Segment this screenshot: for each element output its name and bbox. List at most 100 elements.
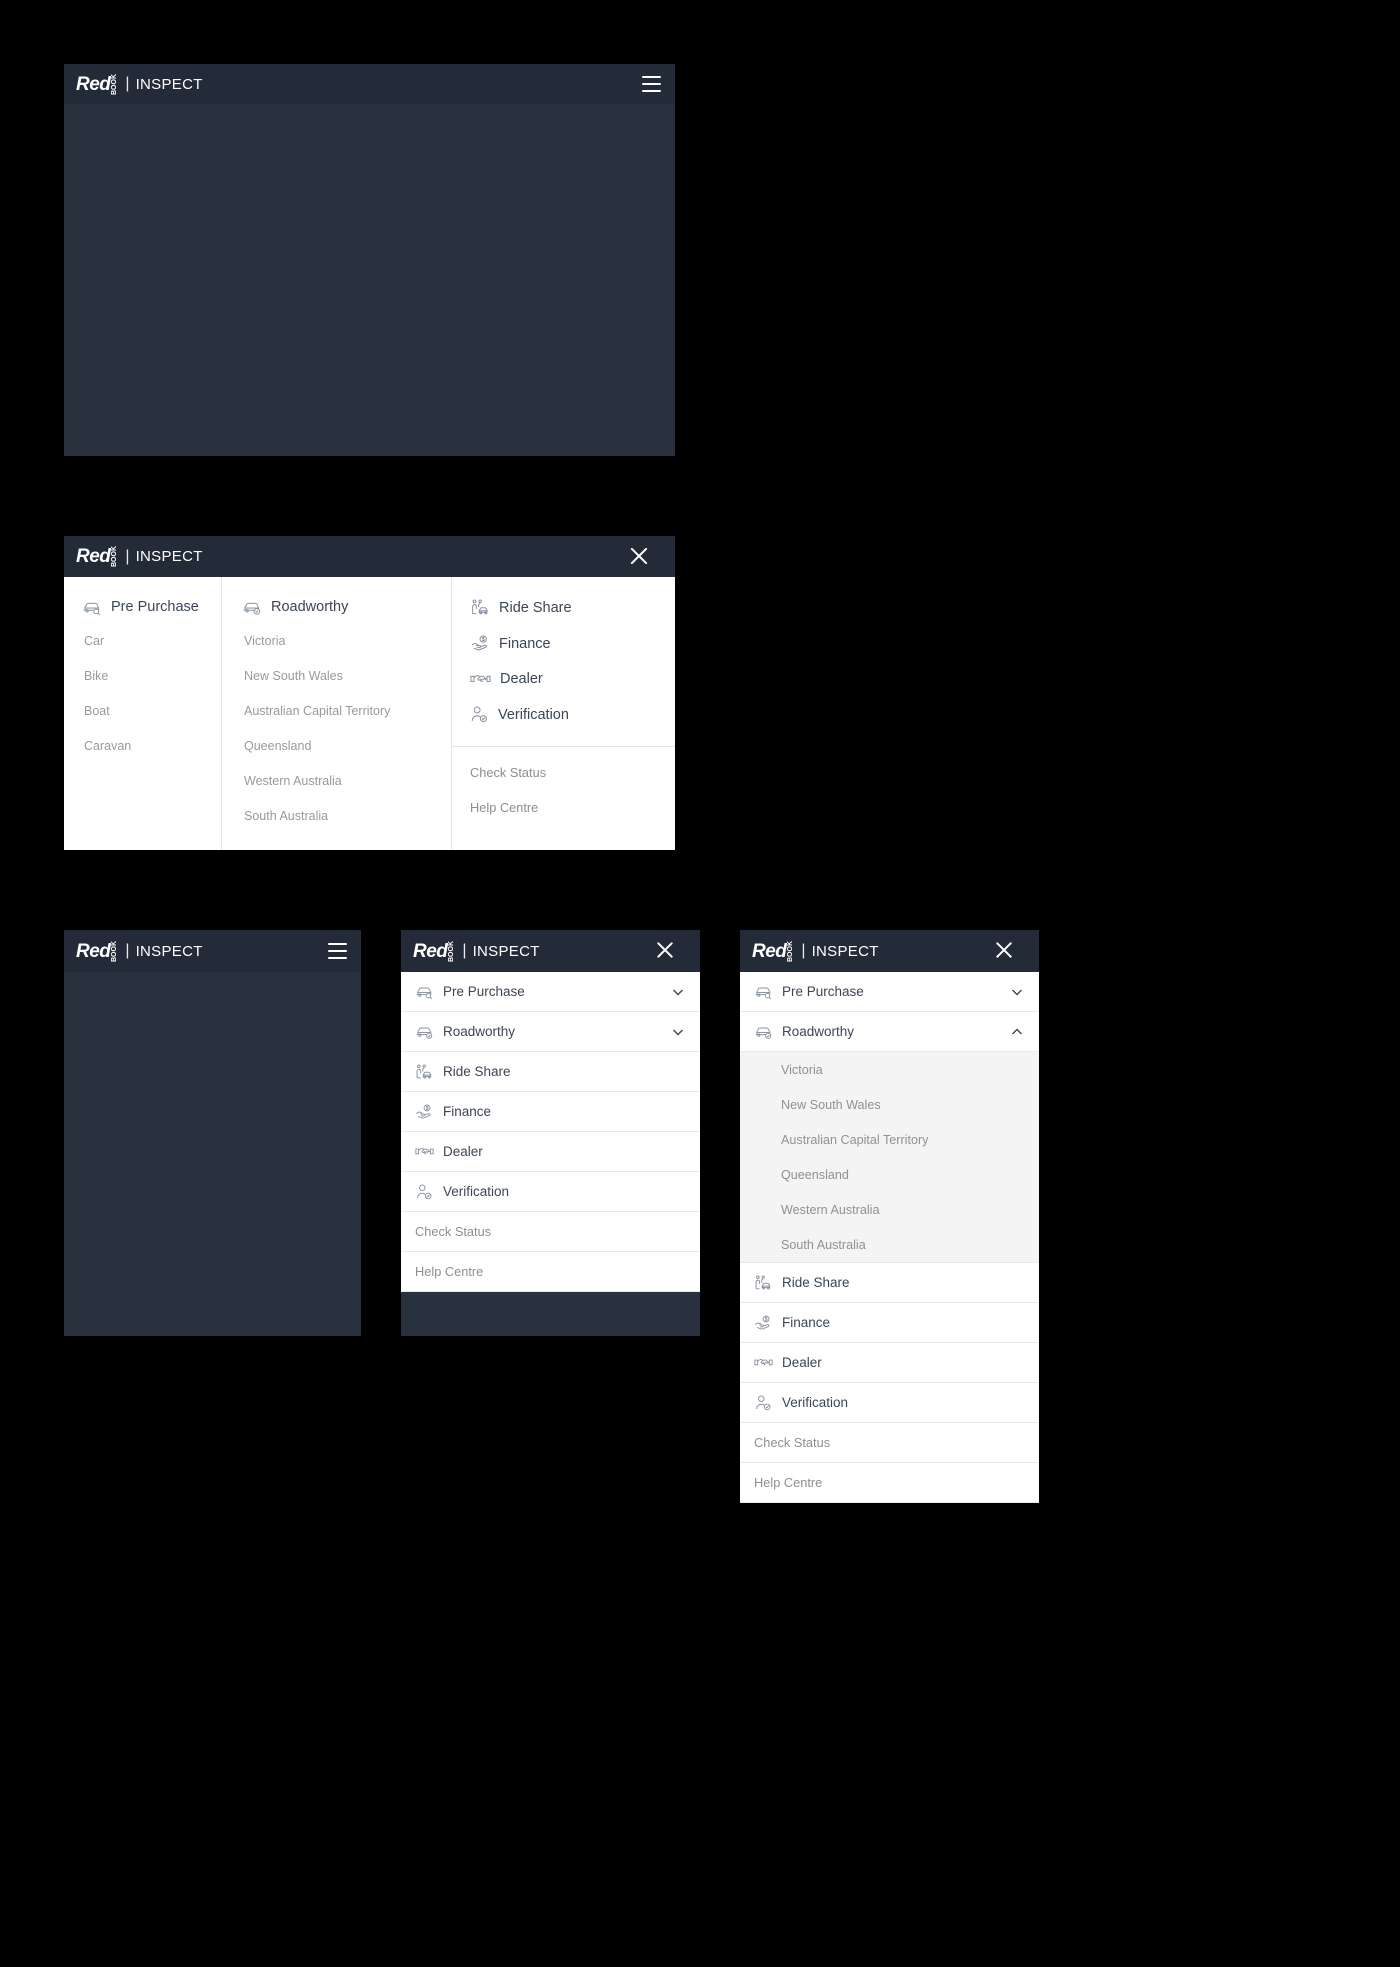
mobile-row-label: Finance: [782, 1315, 831, 1330]
desktop-header-bar: Red BOOK | INSPECT: [64, 64, 675, 104]
mobile-row-finance[interactable]: Finance: [401, 1092, 700, 1132]
hand-dollar-icon: [470, 635, 490, 652]
mega-item-dealer[interactable]: Dealer: [470, 671, 674, 687]
handshake-icon: [753, 1356, 773, 1369]
mobile-row-label: Ride Share: [782, 1275, 850, 1290]
hamburger-icon[interactable]: [328, 941, 347, 962]
mega-item-finance[interactable]: Finance: [470, 635, 674, 652]
person-car-icon: [414, 1063, 434, 1080]
mega-column-services: Ride Share Finance Dealer Verification C…: [451, 577, 675, 850]
mobile-row-dealer[interactable]: Dealer: [740, 1343, 1039, 1383]
mega-item-south-australia[interactable]: South Australia: [242, 809, 451, 823]
logo-separator: |: [125, 942, 130, 959]
mega-item-ride-share[interactable]: Ride Share: [470, 599, 674, 616]
mobile-row-label: Help Centre: [754, 1475, 823, 1490]
mega-item-victoria[interactable]: Victoria: [242, 634, 451, 648]
mobile-subitem-western-australia[interactable]: Western Australia: [740, 1192, 1039, 1227]
mobile-submenu-roadworthy: Victoria New South Wales Australian Capi…: [740, 1052, 1039, 1263]
mega-item-label: Dealer: [500, 671, 543, 687]
car-check-icon: [242, 600, 262, 615]
mobile-header-bar: Red BOOK | INSPECT: [740, 930, 1039, 972]
person-car-icon: [753, 1274, 773, 1291]
mobile-subitem-victoria[interactable]: Victoria: [740, 1052, 1039, 1087]
mega-item-western-australia[interactable]: Western Australia: [242, 774, 451, 788]
mobile-row-check-status[interactable]: Check Status: [740, 1423, 1039, 1463]
logo-inspect-text: INSPECT: [135, 942, 203, 960]
mobile-row-label: Finance: [443, 1104, 492, 1119]
mega-item-caravan[interactable]: Caravan: [82, 739, 221, 753]
car-inspect-icon: [414, 985, 434, 999]
close-icon[interactable]: [665, 941, 686, 962]
mobile-row-dealer[interactable]: Dealer: [401, 1132, 700, 1172]
hamburger-icon[interactable]: [642, 74, 661, 95]
mega-item-new-south-wales[interactable]: New South Wales: [242, 669, 451, 683]
mobile-row-pre-purchase[interactable]: Pre Purchase: [740, 972, 1039, 1012]
mega-header-label: Roadworthy: [271, 599, 349, 615]
logo-book-text: BOOK: [448, 940, 456, 962]
mobile-subitem-south-australia[interactable]: South Australia: [740, 1227, 1039, 1262]
chevron-up-icon[interactable]: [1009, 1024, 1025, 1040]
chevron-down-icon[interactable]: [670, 984, 686, 1000]
logo-separator: |: [125, 75, 130, 92]
mega-item-boat[interactable]: Boat: [82, 704, 221, 718]
mobile-row-ride-share[interactable]: Ride Share: [740, 1263, 1039, 1303]
mobile-subitem-queensland[interactable]: Queensland: [740, 1157, 1039, 1192]
mobile-row-help-centre[interactable]: Help Centre: [401, 1252, 700, 1292]
mobile-row-label: Dealer: [782, 1355, 822, 1370]
mega-item-verification[interactable]: Verification: [470, 706, 674, 723]
mobile-menu-panel: Red BOOK | INSPECT Pre Purchase Roadwort…: [401, 930, 700, 1336]
mobile-row-help-centre[interactable]: Help Centre: [740, 1463, 1039, 1503]
mobile-row-roadworthy[interactable]: Roadworthy: [401, 1012, 700, 1052]
mobile-row-label: Roadworthy: [443, 1024, 516, 1039]
mobile-row-label: Verification: [443, 1184, 510, 1199]
mega-item-car[interactable]: Car: [82, 634, 221, 648]
mobile-row-label: Check Status: [754, 1435, 831, 1450]
mobile-header-bar: Red BOOK | INSPECT: [64, 930, 361, 972]
logo-book-text: BOOK: [111, 73, 119, 95]
car-check-icon: [753, 1025, 773, 1039]
mega-menu-body: Pre Purchase Car Bike Boat Caravan Roadw…: [64, 577, 675, 850]
mega-item-australian-capital-territory[interactable]: Australian Capital Territory: [242, 704, 451, 718]
logo-separator: |: [801, 942, 806, 959]
close-icon[interactable]: [639, 546, 661, 568]
mobile-row-check-status[interactable]: Check Status: [401, 1212, 700, 1252]
mega-item-bike[interactable]: Bike: [82, 669, 221, 683]
mobile-row-label: Verification: [782, 1395, 849, 1410]
mega-header-roadworthy[interactable]: Roadworthy: [242, 599, 451, 615]
chevron-down-icon[interactable]: [670, 1024, 686, 1040]
mobile-subitem-australian-capital-territory[interactable]: Australian Capital Territory: [740, 1122, 1039, 1157]
logo[interactable]: Red BOOK | INSPECT: [76, 546, 203, 567]
mega-divider: [452, 746, 675, 765]
logo-inspect-text: INSPECT: [135, 75, 203, 93]
mobile-row-finance[interactable]: Finance: [740, 1303, 1039, 1343]
mobile-row-verification[interactable]: Verification: [401, 1172, 700, 1212]
handshake-icon: [470, 672, 491, 686]
logo[interactable]: Red BOOK | INSPECT: [76, 941, 203, 962]
mobile-header-bar: Red BOOK | INSPECT: [401, 930, 700, 972]
mega-column-roadworthy: Roadworthy Victoria New South Wales Aust…: [221, 577, 451, 850]
mobile-row-ride-share[interactable]: Ride Share: [401, 1052, 700, 1092]
desktop-mega-menu-panel: Red BOOK | INSPECT Pre Purchase Car Bike…: [64, 536, 675, 850]
mega-link-check-status[interactable]: Check Status: [470, 765, 674, 780]
person-car-icon: [470, 599, 490, 616]
mega-item-queensland[interactable]: Queensland: [242, 739, 451, 753]
logo[interactable]: Red BOOK | INSPECT: [752, 941, 879, 962]
mobile-row-roadworthy[interactable]: Roadworthy: [740, 1012, 1039, 1052]
mobile-row-label: Pre Purchase: [782, 984, 864, 999]
close-icon[interactable]: [1004, 941, 1025, 962]
logo[interactable]: Red BOOK | INSPECT: [76, 74, 203, 95]
mobile-menu-expanded-panel: Red BOOK | INSPECT Pre Purchase Roadwort…: [740, 930, 1039, 1503]
screenshot-stage: Red BOOK | INSPECT Red BOOK | INSPECT Pr…: [0, 0, 1400, 1967]
logo-inspect-text: INSPECT: [472, 942, 540, 960]
mobile-row-verification[interactable]: Verification: [740, 1383, 1039, 1423]
mega-link-help-centre[interactable]: Help Centre: [470, 800, 674, 815]
logo-separator: |: [125, 547, 130, 565]
mega-item-label: Finance: [499, 635, 551, 652]
mega-header-label: Pre Purchase: [111, 599, 199, 615]
mega-header-pre-purchase[interactable]: Pre Purchase: [82, 599, 221, 615]
mobile-row-pre-purchase[interactable]: Pre Purchase: [401, 972, 700, 1012]
mobile-subitem-new-south-wales[interactable]: New South Wales: [740, 1087, 1039, 1122]
person-check-icon: [470, 706, 489, 723]
chevron-down-icon[interactable]: [1009, 984, 1025, 1000]
logo[interactable]: Red BOOK | INSPECT: [413, 941, 540, 962]
